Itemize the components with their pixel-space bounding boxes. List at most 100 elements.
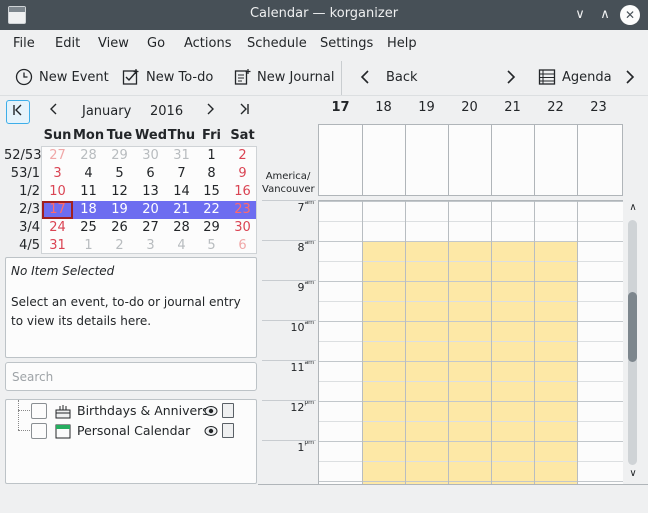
menu-go[interactable]: Go [147, 36, 165, 51]
date-cell[interactable]: 2 [227, 148, 258, 163]
date-cell[interactable]: 6 [227, 238, 258, 253]
week-number[interactable]: 52/53 [4, 148, 41, 163]
agenda-day-header[interactable]: 20 [448, 100, 491, 115]
bookmark-icon[interactable] [222, 403, 234, 418]
close-button[interactable]: ✕ [620, 5, 640, 25]
week-number[interactable]: 3/4 [4, 220, 40, 235]
date-cell[interactable]: 6 [135, 166, 166, 181]
menu-edit[interactable]: Edit [55, 36, 80, 51]
date-cell[interactable]: 5 [196, 238, 227, 253]
hour-tick [262, 320, 316, 321]
new-event-button[interactable]: New Event [15, 68, 109, 86]
date-cell[interactable]: 4 [166, 238, 197, 253]
date-cell[interactable]: 28 [166, 220, 197, 235]
date-cell[interactable]: 26 [104, 220, 135, 235]
column-divider [405, 125, 406, 195]
date-cell[interactable]: 21 [166, 202, 197, 217]
month-selector[interactable]: January [82, 104, 131, 119]
menu-actions[interactable]: Actions [184, 36, 232, 51]
date-cell[interactable]: 29 [104, 148, 135, 163]
menu-schedule[interactable]: Schedule [247, 36, 307, 51]
forward-button[interactable] [504, 68, 524, 86]
bookmark-icon[interactable] [222, 423, 234, 438]
date-cell[interactable]: 11 [73, 184, 104, 199]
week-number[interactable]: 4/5 [4, 238, 40, 253]
date-cell[interactable]: 27 [42, 148, 73, 163]
date-cell[interactable]: 8 [196, 166, 227, 181]
maximize-button[interactable]: ∧ [594, 4, 616, 26]
agenda-day-header[interactable]: 23 [577, 100, 620, 115]
date-cell[interactable]: 31 [166, 148, 197, 163]
date-cell[interactable]: 5 [104, 166, 135, 181]
date-cell[interactable]: 24 [42, 220, 73, 235]
menu-file[interactable]: File [13, 36, 35, 51]
date-cell[interactable]: 19 [104, 202, 135, 217]
date-cell[interactable]: 16 [227, 184, 258, 199]
date-cell[interactable]: 22 [196, 202, 227, 217]
date-cell[interactable]: 27 [135, 220, 166, 235]
skip-last-icon [240, 103, 249, 115]
calendar-checkbox[interactable] [31, 403, 47, 419]
date-cell[interactable]: 20 [135, 202, 166, 217]
agenda-day-header[interactable]: 21 [491, 100, 534, 115]
hour-label: 11am [262, 359, 314, 374]
last-month-button[interactable] [232, 100, 256, 124]
date-cell[interactable]: 10 [42, 184, 73, 199]
agenda-day-header[interactable]: 17 [319, 100, 362, 115]
date-cell[interactable]: 14 [166, 184, 197, 199]
date-cell[interactable]: 30 [135, 148, 166, 163]
date-cell[interactable]: 2 [104, 238, 135, 253]
agenda-day-header[interactable]: 18 [362, 100, 405, 115]
date-cell[interactable]: 3 [135, 238, 166, 253]
minimize-button[interactable]: ∨ [569, 4, 591, 26]
calendar-search-input[interactable]: Search [5, 362, 257, 391]
all-day-area[interactable] [318, 124, 623, 196]
main-toolbar: New Event New To-do New Journal Back Age… [0, 58, 648, 96]
new-journal-button[interactable]: New Journal [233, 68, 334, 86]
scroll-thumb[interactable] [628, 292, 637, 362]
date-cell[interactable]: 1 [73, 238, 104, 253]
date-cell[interactable]: 13 [135, 184, 166, 199]
date-cell[interactable]: 28 [73, 148, 104, 163]
agenda-day-header[interactable]: 19 [405, 100, 448, 115]
birthday-calendar-icon [55, 405, 71, 419]
menu-help[interactable]: Help [387, 36, 417, 51]
week-number[interactable]: 1/2 [4, 184, 40, 199]
date-cell[interactable]: 1 [196, 148, 227, 163]
date-cell[interactable]: 31 [42, 238, 73, 253]
date-cell[interactable]: 12 [104, 184, 135, 199]
date-cell[interactable]: 25 [73, 220, 104, 235]
eye-icon[interactable] [204, 424, 218, 438]
new-todo-button[interactable]: New To-do [122, 68, 213, 86]
scroll-down-icon[interactable]: ∨ [626, 468, 640, 479]
calendar-checkbox[interactable] [31, 423, 47, 439]
menu-view[interactable]: View [98, 36, 129, 51]
year-selector[interactable]: 2016 [150, 104, 183, 119]
previous-month-button[interactable] [42, 100, 66, 124]
agenda-day-header[interactable]: 22 [534, 100, 577, 115]
toolbar-overflow-button[interactable] [624, 68, 642, 86]
back-button[interactable]: Back [358, 68, 418, 86]
date-cell[interactable]: 9 [227, 166, 258, 181]
date-cell[interactable]: 18 [73, 202, 104, 217]
calendar-item-birthdays[interactable]: Birthdays & Anniversaries [6, 401, 256, 421]
date-cell[interactable]: 23 [227, 202, 258, 217]
date-cell[interactable]: 3 [42, 166, 73, 181]
first-month-button[interactable] [6, 100, 30, 124]
agenda-scrollbar[interactable]: ∧ ∨ [623, 200, 643, 484]
date-cell[interactable]: 7 [166, 166, 197, 181]
time-grid[interactable] [318, 200, 623, 484]
week-number[interactable]: 53/1 [4, 166, 40, 181]
calendar-item-personal[interactable]: Personal Calendar [6, 421, 256, 441]
agenda-button[interactable]: Agenda [538, 68, 612, 86]
scroll-up-icon[interactable]: ∧ [626, 202, 640, 213]
date-cell[interactable]: 4 [73, 166, 104, 181]
week-number[interactable]: 2/3 [4, 202, 40, 217]
date-cell[interactable]: 15 [196, 184, 227, 199]
date-cell[interactable]: 30 [227, 220, 258, 235]
eye-icon[interactable] [204, 404, 218, 418]
menu-settings[interactable]: Settings [320, 36, 373, 51]
date-cell[interactable]: 29 [196, 220, 227, 235]
date-cell[interactable]: 17 [42, 202, 73, 217]
next-month-button[interactable] [198, 100, 222, 124]
